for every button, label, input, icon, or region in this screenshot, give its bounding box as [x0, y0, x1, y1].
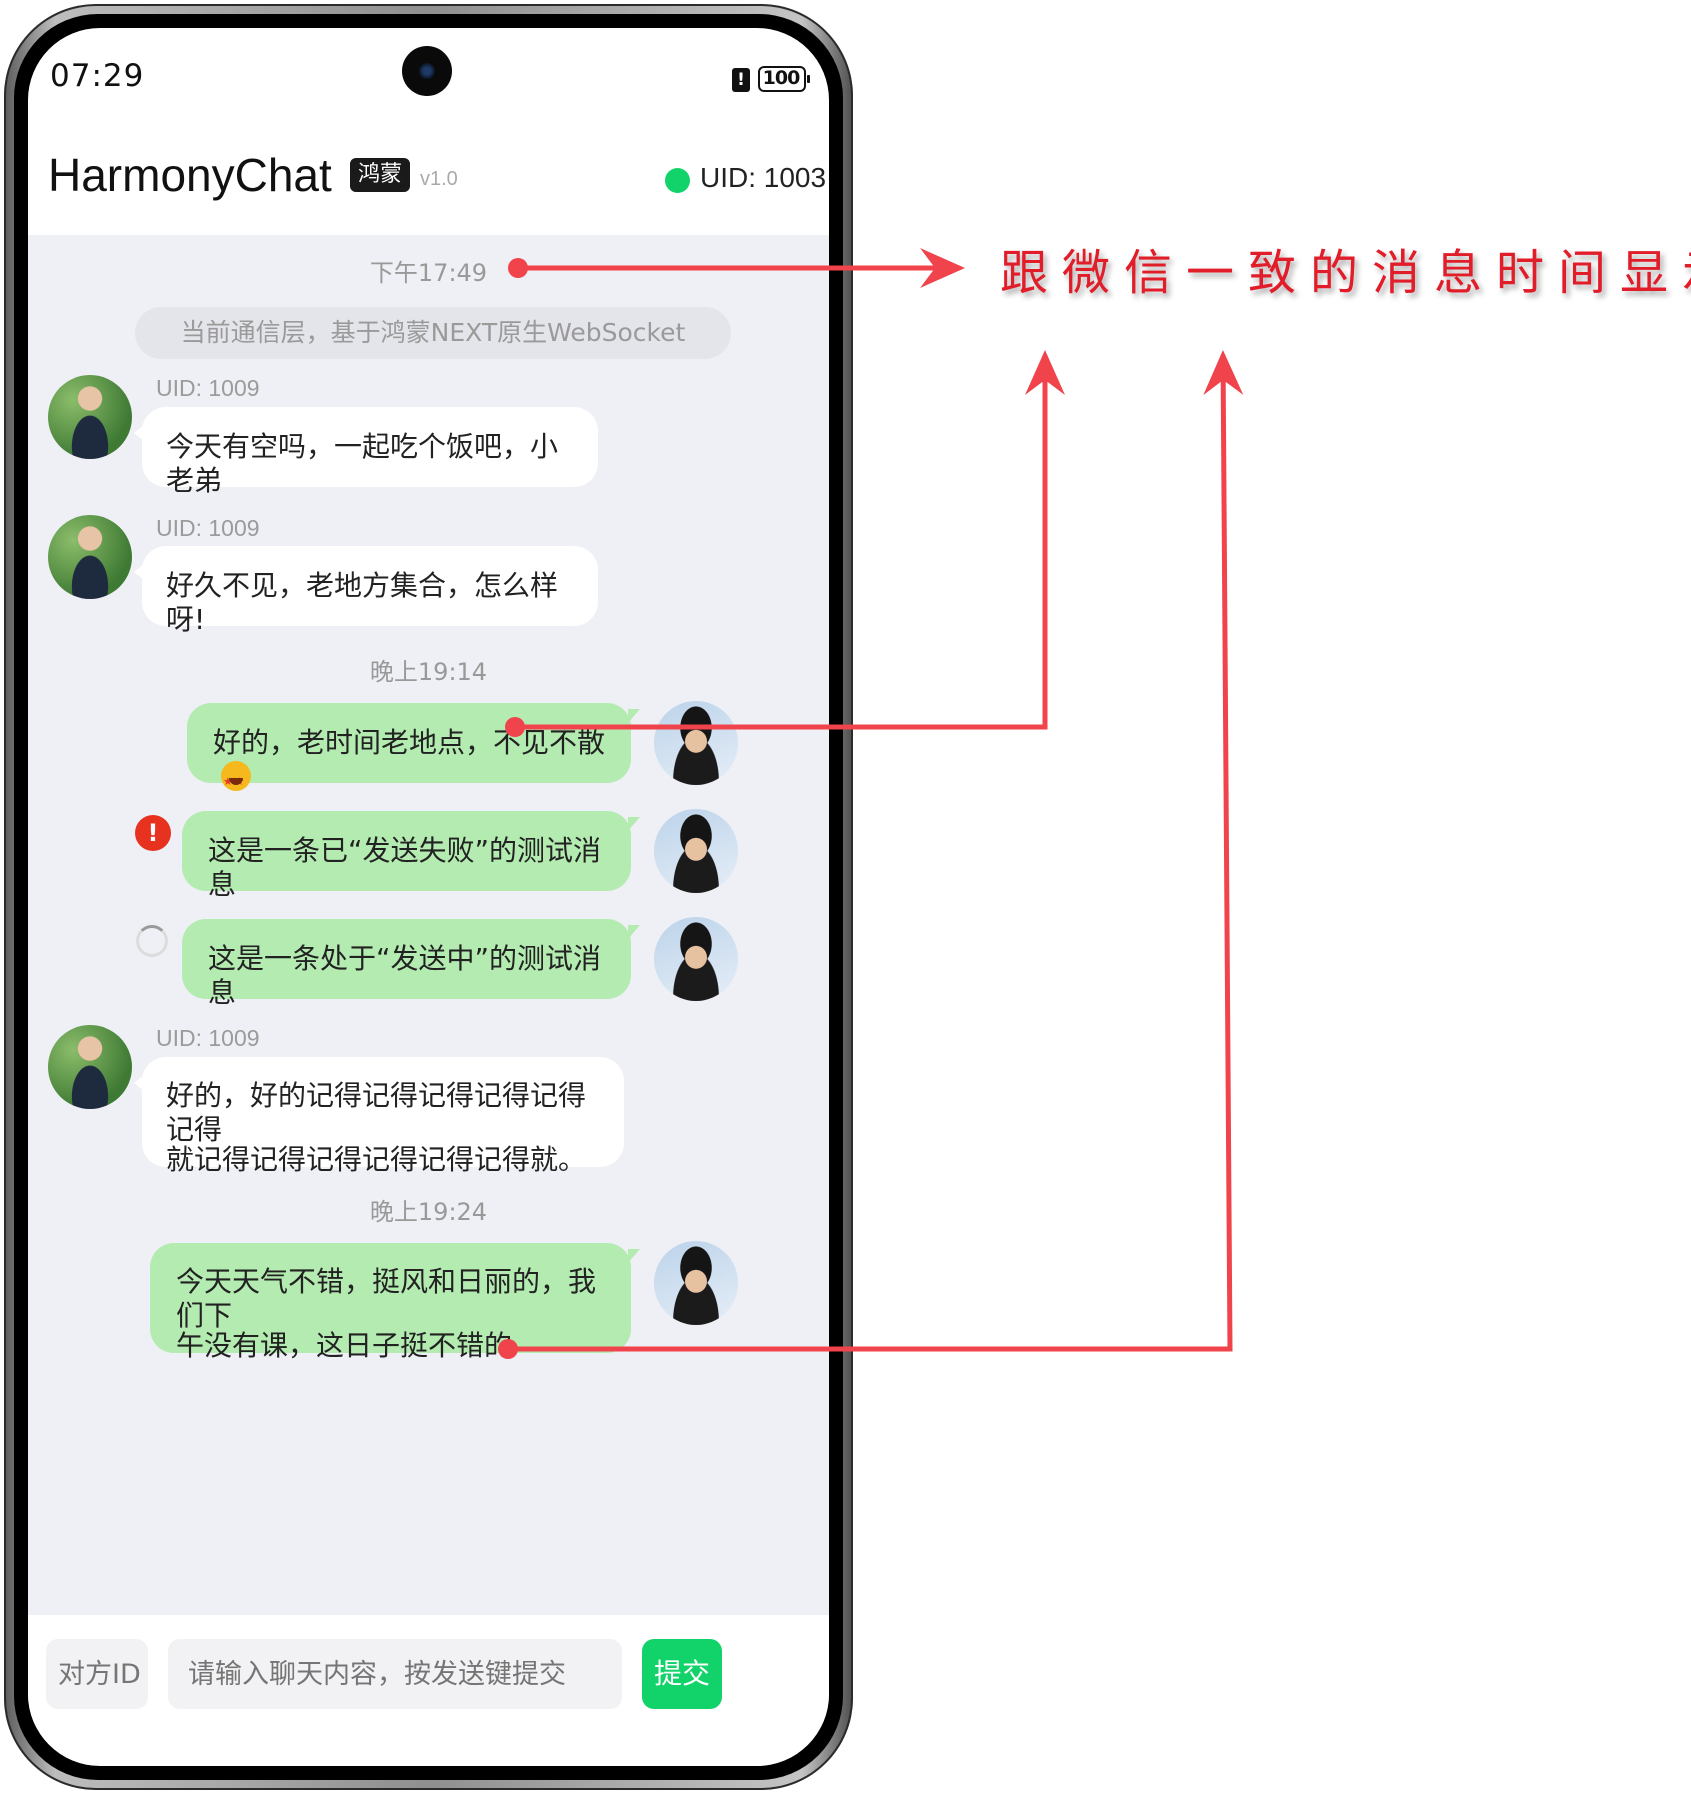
annotation-arrow — [515, 350, 1065, 730]
annotation-arrow — [508, 350, 1244, 1352]
annotation-caption: 跟微信一致的消息时间显示 — [1000, 245, 1691, 301]
